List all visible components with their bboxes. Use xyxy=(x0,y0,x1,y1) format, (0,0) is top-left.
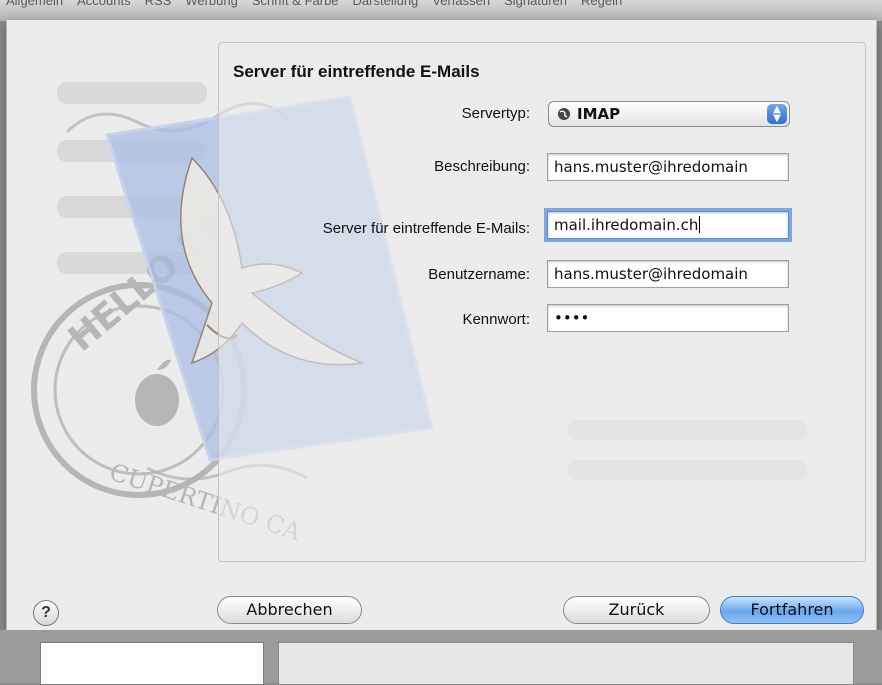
tab-fonts-colors[interactable]: Schrift & Farbe xyxy=(252,0,339,8)
servertype-value: IMAP xyxy=(577,105,621,123)
servertype-popup[interactable]: IMAP ▲ ▼ xyxy=(548,101,790,127)
tab-signatures[interactable]: Signaturen xyxy=(504,0,567,8)
globe-icon xyxy=(558,108,570,120)
username-field[interactable]: hans.muster@ihredomain xyxy=(547,260,789,288)
back-button[interactable]: Zurück xyxy=(563,596,710,624)
description-field[interactable]: hans.muster@ihredomain xyxy=(547,153,789,181)
cancel-button[interactable]: Abbrechen xyxy=(217,596,362,624)
tab-junk-mail[interactable]: Werbung xyxy=(185,0,238,8)
help-button[interactable]: ? xyxy=(33,600,59,626)
tab-composing[interactable]: Verfassen xyxy=(432,0,490,8)
incoming-server-label: Server für eintreffende E-Mails: xyxy=(322,220,530,237)
preferences-toolbar: Allgemein Accounts RSS Werbung Schrift &… xyxy=(0,0,882,22)
password-field[interactable]: •••• xyxy=(547,304,789,332)
panel-heading: Server für eintreffende E-Mails xyxy=(233,62,480,81)
username-label: Benutzername: xyxy=(428,266,530,283)
tab-viewing[interactable]: Darstellung xyxy=(353,0,419,8)
preferences-window-bottom xyxy=(0,630,882,685)
continue-button[interactable]: Fortfahren xyxy=(720,596,864,624)
description-label: Beschreibung: xyxy=(434,158,530,175)
accounts-list-area xyxy=(40,642,264,685)
tab-general[interactable]: Allgemein xyxy=(6,0,63,8)
text-caret xyxy=(699,216,701,233)
popup-stepper-icon: ▲ ▼ xyxy=(767,104,787,124)
incoming-server-field[interactable]: mail.ihredomain.ch xyxy=(544,208,792,242)
add-account-sheet: HELLO FR CUPERTINO CA Server für eintref… xyxy=(6,20,877,630)
account-details-area xyxy=(278,642,854,685)
password-label: Kennwort: xyxy=(462,311,530,328)
tab-rules[interactable]: Regeln xyxy=(581,0,622,8)
tab-rss[interactable]: RSS xyxy=(145,0,172,8)
tab-accounts[interactable]: Accounts xyxy=(77,0,130,8)
servertype-label: Servertyp: xyxy=(461,105,530,122)
